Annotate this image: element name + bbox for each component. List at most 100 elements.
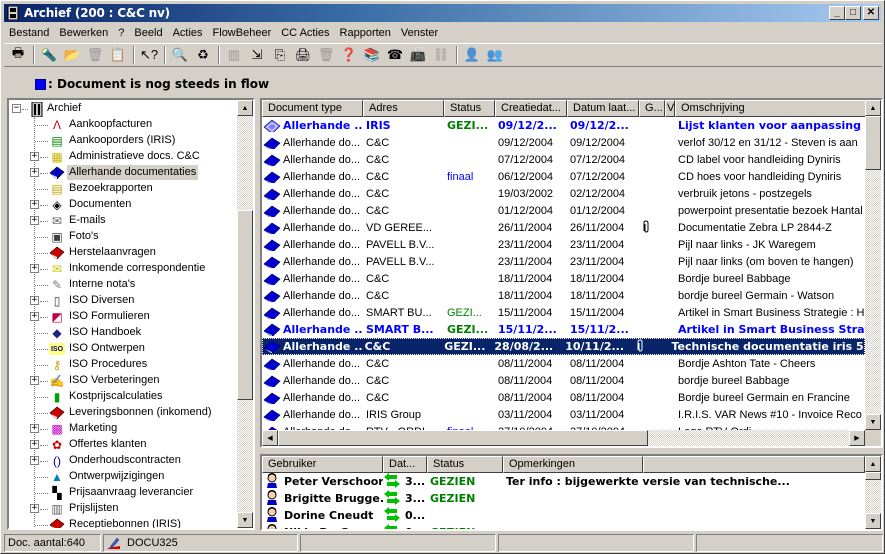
tree-item-iso-procedures[interactable]: ISO Procedures: [67, 357, 149, 372]
expand-toggle[interactable]: +: [30, 216, 39, 225]
tree-item-marketing[interactable]: Marketing: [67, 421, 119, 436]
menu-bewerken[interactable]: Bewerken: [54, 27, 113, 39]
list-hscroll-thumb[interactable]: [278, 430, 648, 446]
flow-column-header-opmerkingen[interactable]: Opmerkingen: [503, 456, 643, 473]
tree-scroll-up-button[interactable]: ▲: [237, 100, 253, 116]
tree-item-iso-diversen[interactable]: ISO Diversen: [67, 293, 136, 308]
document-row[interactable]: Allerhande do... C&C 08/11/2004 08/11/2004 b…: [262, 372, 875, 389]
document-row[interactable]: Allerhande do... SMART BU... GEZI... 15/11/…: [262, 304, 875, 321]
user-info-button[interactable]: 👤: [461, 45, 483, 65]
paste-button[interactable]: 📋: [107, 45, 129, 65]
menu-venster[interactable]: Venster: [396, 27, 443, 39]
flow-scroll-down-button[interactable]: ▼: [865, 513, 881, 529]
document-row[interactable]: Allerhande do... PAVELL B.V... 23/11/2004 2…: [262, 253, 875, 270]
menu-acties[interactable]: Acties: [168, 27, 208, 39]
barcode-button[interactable]: ▥: [223, 45, 245, 65]
context-help-button[interactable]: ↖?: [138, 45, 160, 65]
menu-flowbeheer[interactable]: FlowBeheer: [208, 27, 277, 39]
tree-scroll-thumb[interactable]: [237, 210, 253, 400]
expand-toggle[interactable]: +: [30, 376, 39, 385]
books-button[interactable]: 📚: [361, 45, 383, 65]
tree-item-prijsaanvraag-leverancier[interactable]: Prijsaanvraag leverancier: [67, 485, 195, 500]
tree-item-bezoekrapporten[interactable]: Bezoekrapporten: [67, 181, 155, 196]
tree-item-administratieve-docs-c-c[interactable]: Administratieve docs. C&C: [67, 149, 202, 164]
tree-item-e-mails[interactable]: E-mails: [67, 213, 108, 228]
tree-item-documenten[interactable]: Documenten: [67, 197, 133, 212]
tree-item-kostprijscalculaties[interactable]: Kostprijscalculaties: [67, 389, 165, 404]
help-document-button[interactable]: ❓: [338, 45, 360, 65]
minimize-button[interactable]: _: [829, 6, 845, 20]
column-header-v[interactable]: V: [665, 100, 675, 117]
flow-scroll-up-button[interactable]: ▲: [865, 456, 881, 472]
tree-item-iso-ontwerpen[interactable]: ISO Ontwerpen: [67, 341, 147, 356]
flow-column-header-gebruiker[interactable]: Gebruiker: [262, 456, 383, 473]
document-row[interactable]: Allerhande do... C&C 08/11/2004 08/11/2004 B…: [262, 355, 875, 372]
recycle-bin-button[interactable]: 🗑: [315, 45, 337, 65]
document-row[interactable]: Allerhande do... VD GEREE... 26/11/2004 26/…: [262, 219, 875, 236]
expand-toggle[interactable]: +: [30, 424, 39, 433]
expand-toggle[interactable]: +: [30, 264, 39, 273]
delete-button[interactable]: 🗑: [84, 45, 106, 65]
flow-vertical-scrollbar[interactable]: ▲ ▼: [865, 456, 881, 529]
column-header-datum-laat[interactable]: Datum laat...: [567, 100, 639, 117]
open-folder-button[interactable]: 📂: [61, 45, 83, 65]
document-row[interactable]: Allerhande ... IRIS GEZI... 09/12/2... 09/12…: [262, 117, 875, 134]
copy-button[interactable]: ⎘: [269, 45, 291, 65]
tree-item-leveringsbonnen-inkomend[interactable]: Leveringsbonnen (inkomend): [67, 405, 213, 420]
document-row[interactable]: Allerhande do... PAVELL B.V... 23/11/2004 2…: [262, 236, 875, 253]
list-scroll-thumb[interactable]: [865, 116, 881, 170]
print-button[interactable]: 🖶: [7, 45, 29, 65]
document-row[interactable]: Allerhande ... SMART B... GEZI... 15/11/2..…: [262, 321, 875, 338]
menu-rapporten[interactable]: Rapporten: [335, 27, 396, 39]
list-scroll-up-button[interactable]: ▲: [865, 100, 881, 116]
document-row[interactable]: Allerhande do... C&C 09/12/2004 09/12/2004 v…: [262, 134, 875, 151]
tree-item-iso-formulieren[interactable]: ISO Formulieren: [67, 309, 152, 324]
expand-toggle[interactable]: +: [30, 456, 39, 465]
title-bar[interactable]: Archief (200 : C&C nv) _ □ ✕: [4, 4, 881, 22]
expand-toggle[interactable]: +: [30, 296, 39, 305]
document-row[interactable]: Allerhande do... C&C 18/11/2004 18/11/2004 B…: [262, 270, 875, 287]
tree-item-iso-handboek[interactable]: ISO Handboek: [67, 325, 143, 340]
users-group-button[interactable]: 👥: [484, 45, 506, 65]
link-button[interactable]: ⛓: [430, 45, 452, 65]
list-scroll-right-button[interactable]: ▶: [849, 430, 865, 446]
list-horizontal-scrollbar[interactable]: ◀ ▶: [262, 430, 865, 446]
document-row[interactable]: Allerhande do... C&C 01/12/2004 01/12/2004 p…: [262, 202, 875, 219]
tree-vertical-scrollbar[interactable]: ▲ ▼: [237, 100, 253, 528]
column-header-g[interactable]: G...: [639, 100, 665, 117]
tree-item-receptiebonnen-iris[interactable]: Receptiebonnen (IRIS): [67, 517, 183, 528]
column-header-omschrijving[interactable]: Omschrijving: [675, 100, 875, 117]
maximize-button[interactable]: □: [845, 6, 861, 20]
document-row[interactable]: Allerhande ... C&C GEZI... 28/08/2... 10/11/…: [262, 338, 865, 355]
expand-toggle[interactable]: +: [30, 168, 39, 177]
document-row[interactable]: Allerhande do... C&C 19/03/2002 02/12/2004 v…: [262, 185, 875, 202]
document-row[interactable]: Allerhande do... IRIS Group 03/11/2004 03/1…: [262, 406, 875, 423]
document-row[interactable]: Allerhande do... C&C finaal 06/12/2004 07/12…: [262, 168, 875, 185]
tree-item-foto-s[interactable]: Foto's: [67, 229, 101, 244]
tree-item-allerhande-documentaties[interactable]: Allerhande documentaties: [67, 165, 199, 180]
flow-column-header-status[interactable]: Status: [427, 456, 503, 473]
menu-cc-acties[interactable]: CC Acties: [276, 27, 334, 39]
flow-row[interactable]: Brigitte Brugge... 3... GEZIEN: [262, 489, 881, 507]
tree-item-offertes-klanten[interactable]: Offertes klanten: [67, 437, 148, 452]
tree-item-onderhoudscontracten[interactable]: Onderhoudscontracten: [67, 453, 183, 468]
move-button[interactable]: ⇲: [246, 45, 268, 65]
tree-item-iso-verbeteringen[interactable]: ISO Verbeteringen: [67, 373, 162, 388]
flow-column-header-dat[interactable]: Dat...: [383, 456, 427, 473]
column-header-creatiedat[interactable]: Creatiedat...: [495, 100, 567, 117]
document-row[interactable]: Allerhande do... C&C 08/11/2004 08/11/2004 B…: [262, 389, 875, 406]
expand-toggle[interactable]: +: [30, 152, 39, 161]
column-header-document-type[interactable]: Document type: [262, 100, 363, 117]
expand-toggle[interactable]: +: [30, 504, 39, 513]
expand-toggle[interactable]: +: [30, 200, 39, 209]
flow-scroll-thumb[interactable]: [865, 472, 881, 480]
menu-help[interactable]: ?: [113, 27, 129, 39]
refresh-button[interactable]: ♻: [192, 45, 214, 65]
tree-item-prijslijsten[interactable]: Prijslijsten: [67, 501, 121, 516]
flow-row[interactable]: Nikie De Groo... 0...GEZIEN: [262, 523, 881, 529]
tree-item-ontwerpwijzigingen[interactable]: Ontwerpwijzigingen: [67, 469, 166, 484]
flow-row[interactable]: Dorine Cneudt 0...: [262, 506, 881, 524]
fax-button[interactable]: ☎: [384, 45, 406, 65]
tree-item-aankooporders-iris[interactable]: Aankooporders (IRIS): [67, 133, 177, 148]
document-row[interactable]: Allerhande do... C&C 18/11/2004 18/11/2004 b…: [262, 287, 875, 304]
